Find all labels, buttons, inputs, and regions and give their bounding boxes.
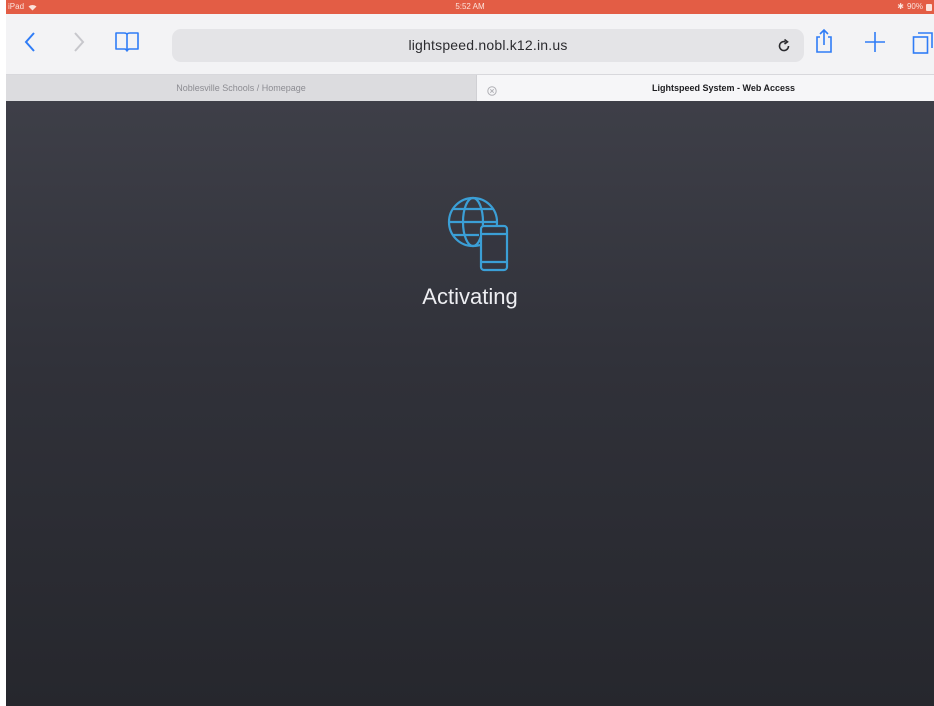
tab-noblesville[interactable]: Noblesville Schools / Homepage — [6, 75, 476, 101]
clock: 5:52 AM — [455, 2, 485, 11]
share-icon — [816, 28, 832, 53]
new-tab-button[interactable] — [864, 31, 886, 58]
chevron-left-icon — [24, 32, 35, 52]
tabs-button[interactable] — [912, 31, 934, 60]
bluetooth-icon: ✱ — [897, 2, 904, 11]
plus-icon — [865, 32, 885, 52]
forward-button[interactable] — [73, 32, 85, 57]
bookmarks-button[interactable] — [114, 30, 140, 57]
url-text[interactable]: lightspeed.nobl.k12.in.us — [172, 29, 804, 62]
tabs-icon — [912, 32, 933, 54]
tab-title: Noblesville Schools / Homepage — [176, 83, 306, 93]
reload-icon — [778, 38, 790, 52]
address-bar[interactable]: lightspeed.nobl.k12.in.us — [172, 29, 804, 62]
ipad-screen: iPad 5:52 AM ✱ 90% lightspeed.nobl.k12.i… — [6, 0, 934, 706]
tab-strip: Noblesville Schools / Homepage Lightspee… — [6, 74, 934, 101]
share-button[interactable] — [814, 28, 834, 59]
tab-close-icon[interactable] — [487, 83, 497, 101]
status-right: ✱ 90% — [897, 0, 932, 14]
battery-percent: 90% — [906, 2, 923, 11]
status-bar: iPad 5:52 AM ✱ 90% — [6, 0, 934, 14]
globe-phone-icon — [443, 192, 513, 277]
chevron-right-icon — [74, 32, 85, 52]
activating-label: Activating — [422, 284, 518, 309]
battery-icon — [926, 3, 932, 11]
back-button[interactable] — [24, 32, 36, 57]
book-icon — [115, 32, 139, 52]
page-content: Activating — [6, 101, 934, 706]
tab-title: Lightspeed System - Web Access — [651, 83, 796, 93]
tab-lightspeed[interactable]: Lightspeed System - Web Access — [476, 75, 934, 101]
reload-button[interactable] — [776, 38, 792, 59]
browser-toolbar: lightspeed.nobl.k12.in.us — [6, 14, 934, 74]
